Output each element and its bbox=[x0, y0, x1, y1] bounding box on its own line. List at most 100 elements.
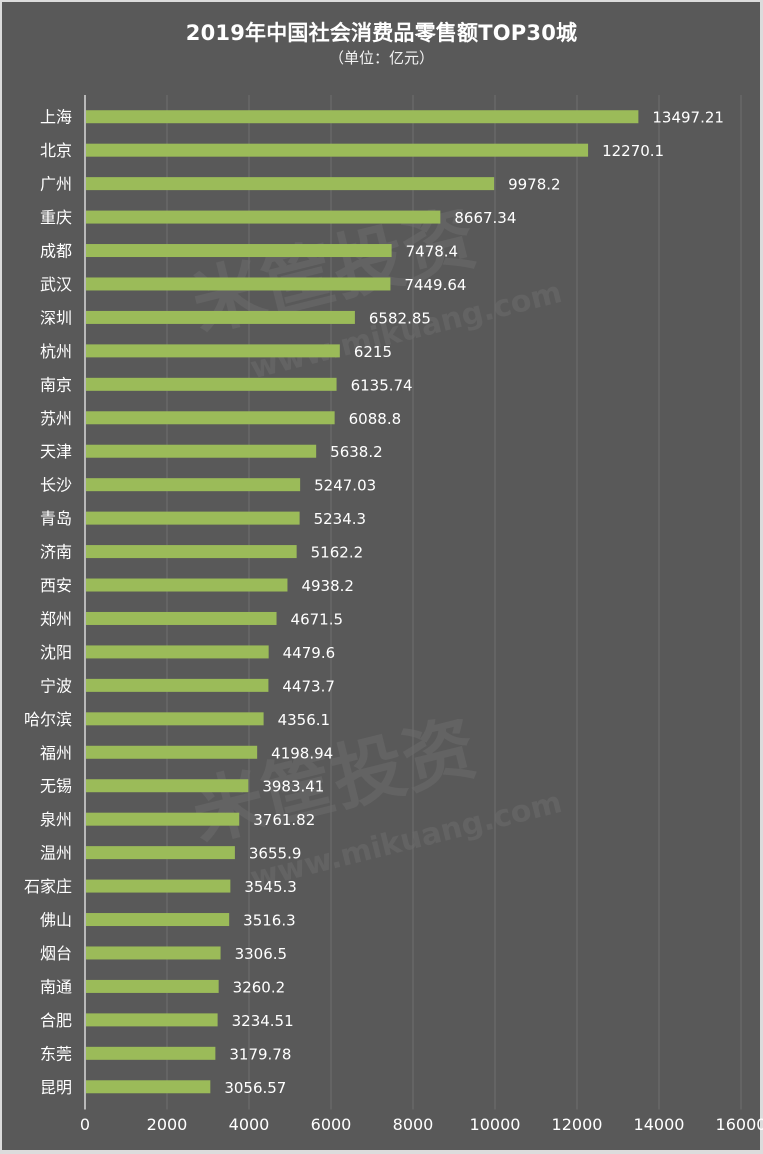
category-label: 泉州 bbox=[40, 810, 72, 829]
bar bbox=[86, 344, 340, 358]
value-label: 5234.3 bbox=[314, 510, 367, 528]
category-label: 无锡 bbox=[40, 777, 72, 796]
x-tick-label: 0 bbox=[80, 1115, 90, 1134]
bar bbox=[86, 143, 589, 157]
bar bbox=[86, 879, 231, 893]
bar bbox=[86, 1013, 218, 1027]
x-axis-tick-labels: 0 2000 4000 6000 8000 10000 12000 14000 16000 bbox=[80, 1115, 763, 1134]
category-label: 烟台 bbox=[40, 944, 72, 963]
bar bbox=[86, 812, 240, 826]
x-tick-label: 6000 bbox=[311, 1115, 352, 1134]
category-label: 郑州 bbox=[40, 609, 72, 628]
category-label: 哈尔滨 bbox=[24, 710, 72, 729]
category-label: 合肥 bbox=[40, 1011, 72, 1030]
x-tick-label: 14000 bbox=[634, 1115, 685, 1134]
value-label: 3983.41 bbox=[262, 778, 324, 796]
value-label: 7478.4 bbox=[406, 243, 459, 261]
value-label: 3516.3 bbox=[243, 912, 296, 930]
value-label: 5247.03 bbox=[314, 477, 376, 495]
value-label: 13497.21 bbox=[652, 109, 724, 127]
value-label: 8667.34 bbox=[454, 209, 516, 227]
value-label: 9978.2 bbox=[508, 176, 561, 194]
category-label: 苏州 bbox=[40, 409, 72, 428]
bar bbox=[86, 745, 258, 759]
bar bbox=[86, 712, 264, 726]
category-label: 长沙 bbox=[40, 476, 72, 495]
value-label: 3306.5 bbox=[235, 945, 288, 963]
bar bbox=[86, 979, 219, 993]
bar bbox=[86, 411, 335, 425]
category-label: 杭州 bbox=[40, 342, 72, 361]
bar bbox=[86, 779, 249, 793]
value-label: 5162.2 bbox=[311, 544, 364, 562]
bar bbox=[86, 210, 441, 224]
value-label: 4479.6 bbox=[283, 644, 336, 662]
category-label: 武汉 bbox=[40, 275, 72, 294]
bar bbox=[86, 545, 297, 559]
value-label: 3234.51 bbox=[232, 1012, 294, 1030]
bar bbox=[86, 946, 221, 960]
bar bbox=[86, 310, 355, 324]
value-label: 3545.3 bbox=[244, 878, 297, 896]
bar bbox=[86, 611, 277, 625]
category-label: 上海 bbox=[40, 108, 72, 127]
bar bbox=[86, 377, 337, 391]
category-label: 石家庄 bbox=[24, 877, 72, 896]
value-label: 4938.2 bbox=[301, 577, 354, 595]
value-label: 4356.1 bbox=[278, 711, 331, 729]
bar bbox=[86, 511, 300, 525]
category-label: 天津 bbox=[40, 442, 72, 461]
x-tick-label: 2000 bbox=[147, 1115, 188, 1134]
bar bbox=[86, 110, 639, 124]
value-label: 6215 bbox=[354, 343, 392, 361]
category-label: 福州 bbox=[40, 743, 72, 762]
category-label: 济南 bbox=[40, 543, 72, 562]
category-label: 佛山 bbox=[40, 911, 72, 930]
bar bbox=[86, 1046, 216, 1060]
value-label: 3179.78 bbox=[229, 1045, 291, 1063]
bar bbox=[86, 444, 317, 458]
value-label: 4671.5 bbox=[291, 610, 344, 628]
x-tick-label: 10000 bbox=[470, 1115, 521, 1134]
category-label: 温州 bbox=[40, 844, 72, 863]
bar bbox=[86, 277, 391, 291]
bar bbox=[86, 645, 269, 659]
x-tick-label: 16000 bbox=[716, 1115, 763, 1134]
value-label: 3260.2 bbox=[233, 978, 286, 996]
value-label: 3761.82 bbox=[253, 811, 315, 829]
bar bbox=[86, 177, 495, 191]
value-label: 3056.57 bbox=[224, 1079, 286, 1097]
value-label: 6135.74 bbox=[351, 376, 413, 394]
bar bbox=[86, 478, 301, 492]
bar-chart: 米筐投资www.mikuang.com米筐投资www.mikuang.com 上… bbox=[24, 95, 763, 1134]
bar bbox=[86, 678, 269, 692]
value-label: 3655.9 bbox=[249, 845, 302, 863]
x-tick-label: 8000 bbox=[393, 1115, 434, 1134]
category-label: 南通 bbox=[40, 977, 72, 996]
category-label: 东莞 bbox=[40, 1044, 72, 1063]
value-label: 12270.1 bbox=[602, 142, 664, 160]
category-label: 重庆 bbox=[40, 208, 72, 227]
value-label: 6582.85 bbox=[369, 309, 431, 327]
value-label: 5638.2 bbox=[330, 443, 383, 461]
x-tick-label: 12000 bbox=[552, 1115, 603, 1134]
category-label: 昆明 bbox=[40, 1078, 72, 1097]
category-label: 西安 bbox=[40, 576, 72, 595]
category-label: 成都 bbox=[40, 242, 72, 261]
category-label: 南京 bbox=[40, 375, 72, 394]
x-tick-label: 4000 bbox=[229, 1115, 270, 1134]
value-label: 4198.94 bbox=[271, 744, 333, 762]
category-label: 深圳 bbox=[40, 308, 72, 327]
bar bbox=[86, 244, 392, 258]
category-label: 青岛 bbox=[40, 509, 72, 528]
bar bbox=[86, 913, 230, 927]
category-label: 广州 bbox=[40, 175, 72, 194]
value-label: 6088.8 bbox=[349, 410, 402, 428]
bar bbox=[86, 578, 288, 592]
category-labels: 上海北京广州重庆成都武汉深圳杭州南京苏州天津长沙青岛济南西安郑州沈阳宁波哈尔滨福… bbox=[24, 108, 72, 1097]
value-label: 7449.64 bbox=[404, 276, 466, 294]
bar bbox=[86, 846, 235, 860]
category-label: 北京 bbox=[40, 141, 72, 160]
category-label: 宁波 bbox=[40, 676, 72, 695]
value-label: 4473.7 bbox=[282, 677, 335, 695]
